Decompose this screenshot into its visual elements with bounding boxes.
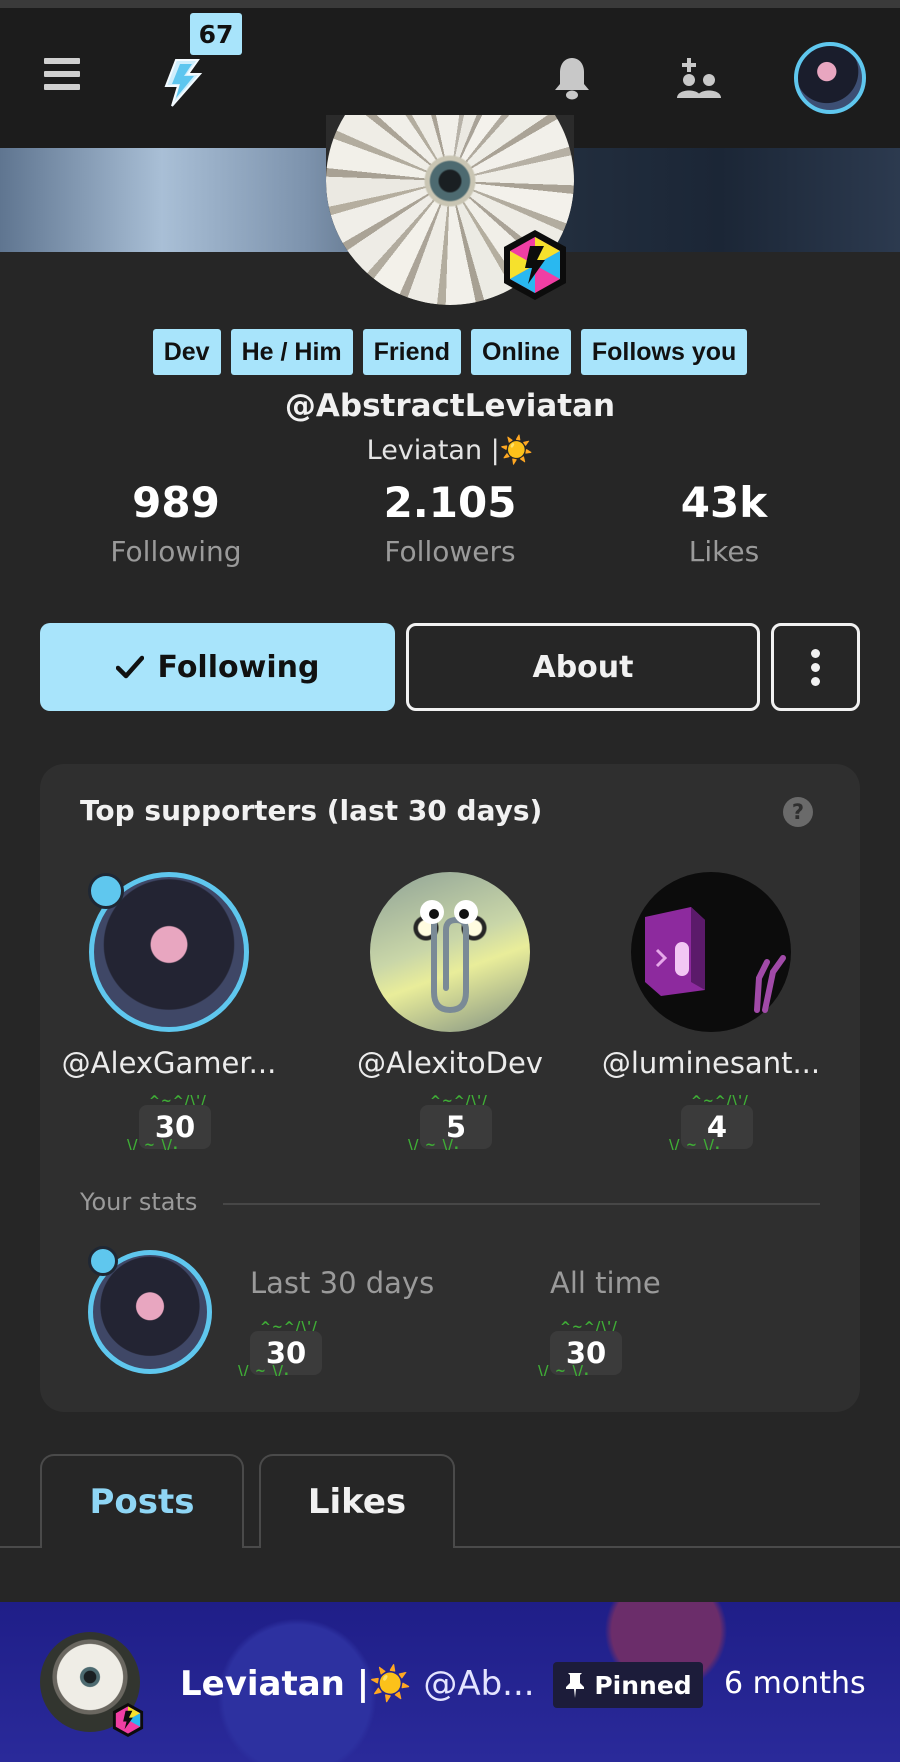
tag-friend: Friend <box>362 329 462 375</box>
stat-value: 989 <box>132 478 220 527</box>
streak-counter: ^~^/\'/ 4 \/ ~ \/. <box>669 1094 753 1153</box>
status-strip <box>0 0 900 8</box>
supporter-item[interactable]: @luminesant... ^~^/\'/ 4 \/ ~ \/. <box>586 872 836 1153</box>
about-button[interactable]: About <box>406 623 760 711</box>
current-user-avatar[interactable] <box>794 42 866 114</box>
following-button[interactable]: Following <box>40 623 395 711</box>
streak-counter: ^~^/\'/ 5 \/ ~ \/. <box>408 1094 492 1153</box>
your-stats-label: Your stats <box>80 1188 198 1216</box>
post-author-name: Leviatan | <box>180 1664 370 1704</box>
tag-pronouns: He / Him <box>230 329 353 375</box>
supporter-name: @luminesant... <box>601 1046 821 1080</box>
stat-likes[interactable]: 43k Likes <box>594 478 854 568</box>
profile-handle: @AbstractLeviatan <box>284 388 616 424</box>
supporter-item[interactable]: @AlexitoDev ^~^/\'/ 5 \/ ~ \/. <box>325 872 575 1153</box>
alltime-streak: ^~^/\'/ 30 \/ ~ \/. <box>538 1320 622 1379</box>
supporter-name: @AlexitoDev <box>357 1046 543 1080</box>
profile-tags: Dev He / Him Friend Online Follows you <box>0 329 900 375</box>
avatar-decoration-icon <box>88 1246 118 1276</box>
tab-posts[interactable]: Posts <box>40 1454 244 1548</box>
tag-follows-you: Follows you <box>580 329 748 375</box>
last30-label: Last 30 days <box>250 1266 435 1300</box>
verified-badge-icon <box>110 1702 146 1738</box>
stat-value: 43k <box>680 478 768 527</box>
tab-likes[interactable]: Likes <box>259 1454 455 1548</box>
stat-followers[interactable]: 2.105 Followers <box>320 478 580 568</box>
help-icon[interactable]: ? <box>783 797 813 827</box>
streak-counter: ^~^/\'/ 30 \/ ~ \/. <box>127 1094 211 1153</box>
stat-label: Likes <box>688 535 760 568</box>
post-author-handle: @Ab... <box>423 1664 535 1704</box>
alltime-label: All time <box>550 1266 661 1300</box>
pinned-badge: Pinned <box>553 1662 703 1708</box>
supporter-avatar <box>631 872 791 1032</box>
supporter-avatar <box>88 872 249 1032</box>
following-button-label: Following <box>157 649 320 685</box>
tag-online: Online <box>471 329 571 375</box>
stat-label: Following <box>110 535 242 568</box>
divider <box>223 1203 820 1205</box>
post-author-sun: ☀️ <box>369 1664 412 1704</box>
supporter-item[interactable]: @AlexGamer... ^~^/\'/ 30 \/ ~ \/. <box>44 872 294 1153</box>
vertical-dots-icon <box>811 648 820 686</box>
more-options-button[interactable] <box>771 623 860 711</box>
pinned-label: Pinned <box>594 1670 692 1700</box>
top-supporters-title: Top supporters (last 30 days) <box>80 794 543 827</box>
verified-badge-icon <box>500 228 570 302</box>
bell-icon[interactable] <box>554 56 590 100</box>
stat-label: Followers <box>384 535 516 568</box>
pinned-post[interactable]: Leviatan |☀️ @Ab... Pinned 6 months <box>0 1602 900 1762</box>
notification-count-badge: 67 <box>190 13 242 55</box>
lightning-bolt-icon[interactable] <box>160 58 204 108</box>
tag-dev: Dev <box>152 329 221 375</box>
stat-following[interactable]: 989 Following <box>46 478 306 568</box>
post-author[interactable]: Leviatan |☀️ @Ab... <box>180 1664 535 1704</box>
checkmark-icon <box>115 655 144 679</box>
profile-display-name: Leviatan |☀️ <box>366 435 534 466</box>
hamburger-menu-icon[interactable] <box>44 58 80 92</box>
supporter-name: @AlexGamer... <box>61 1046 277 1080</box>
stat-value: 2.105 <box>383 478 517 527</box>
about-button-label: About <box>532 649 634 685</box>
post-timestamp: 6 months <box>724 1666 866 1701</box>
paperclip-icon <box>420 900 478 1014</box>
pin-icon <box>566 1673 585 1698</box>
supporter-avatar <box>370 872 530 1032</box>
add-user-icon[interactable] <box>674 56 722 100</box>
last30-streak: ^~^/\'/ 30 \/ ~ \/. <box>238 1320 322 1379</box>
